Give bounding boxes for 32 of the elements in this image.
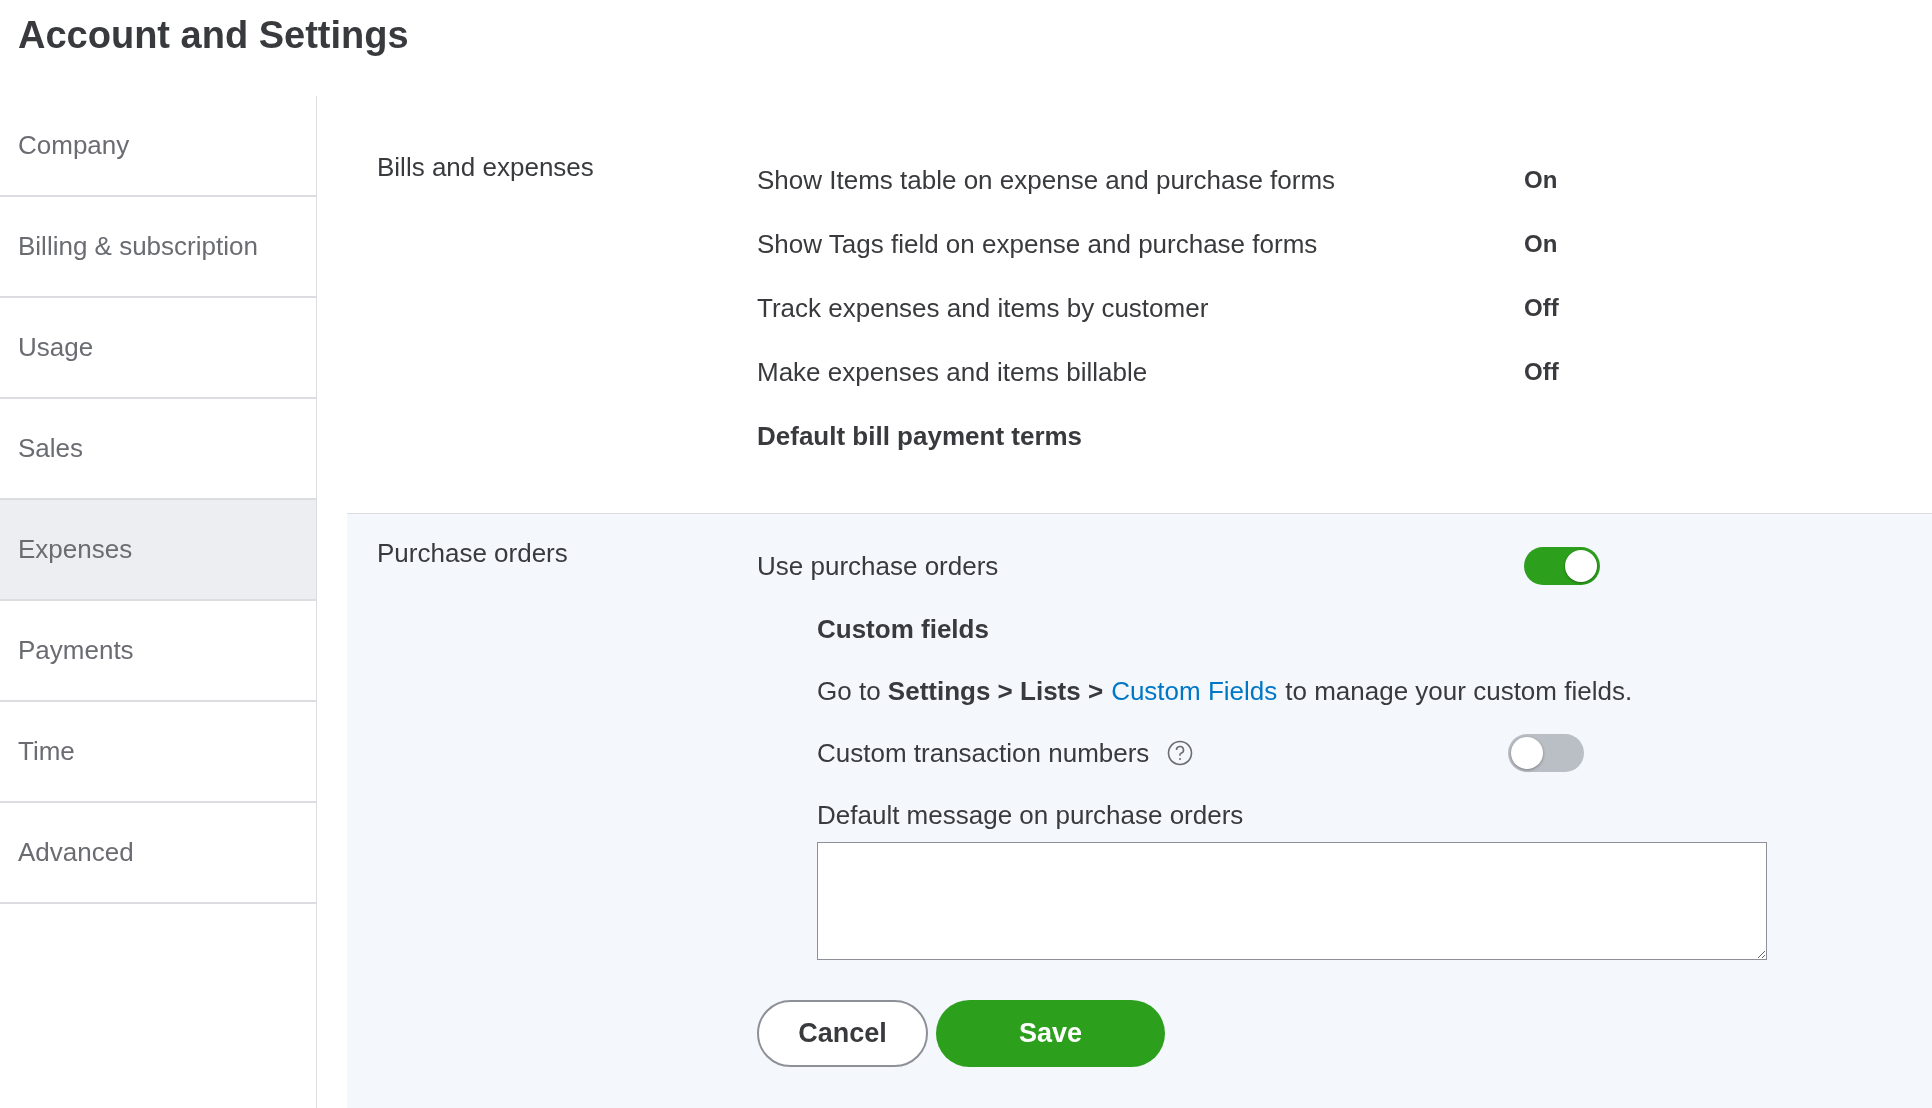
sidebar-item[interactable]: Payments [0, 601, 316, 702]
cancel-button[interactable]: Cancel [757, 1000, 928, 1067]
sidebar-item[interactable]: Billing & subscription [0, 197, 316, 298]
sidebar-item[interactable]: Company [0, 96, 316, 197]
instruction-text: to manage your custom fields. [1285, 675, 1633, 707]
field-label: Default message on purchase orders [817, 800, 1245, 832]
section-title: Bills and expenses [377, 151, 595, 184]
sidebar-item[interactable]: Time [0, 702, 316, 803]
custom-fields-link[interactable]: Custom Fields [1111, 675, 1278, 707]
sidebar-item[interactable]: Advanced [0, 803, 316, 904]
setting-value: On [1524, 166, 1558, 194]
setting-label: Make expenses and items billable [757, 356, 1149, 388]
section-title: Purchase orders [377, 537, 569, 570]
setting-heading: Default bill payment terms [757, 420, 1084, 452]
page-title: Account and Settings [17, 13, 410, 58]
setting-label: Use purchase orders [757, 550, 1000, 582]
setting-label: Track expenses and items by customer [757, 292, 1210, 324]
setting-label: Custom transaction numbers [817, 737, 1150, 769]
message-field[interactable] [817, 842, 1767, 960]
help-icon[interactable] [1167, 740, 1194, 766]
toggle-switch[interactable] [1524, 547, 1600, 585]
sidebar-item[interactable]: Usage [0, 298, 316, 399]
instruction-text: Go to Settings > Lists > [817, 675, 1104, 707]
setting-value: On [1524, 230, 1558, 258]
setting-heading: Custom fields [817, 612, 990, 646]
save-button[interactable]: Save [936, 1000, 1165, 1067]
toggle-switch[interactable] [1508, 734, 1584, 772]
setting-label: Show Items table on expense and purchase forms [757, 164, 1337, 196]
setting-label: Show Tags field on expense and purchase forms [757, 228, 1319, 260]
setting-value: Off [1524, 358, 1559, 386]
sidebar-item[interactable]: Expenses [0, 500, 316, 601]
setting-value: Off [1524, 294, 1559, 322]
